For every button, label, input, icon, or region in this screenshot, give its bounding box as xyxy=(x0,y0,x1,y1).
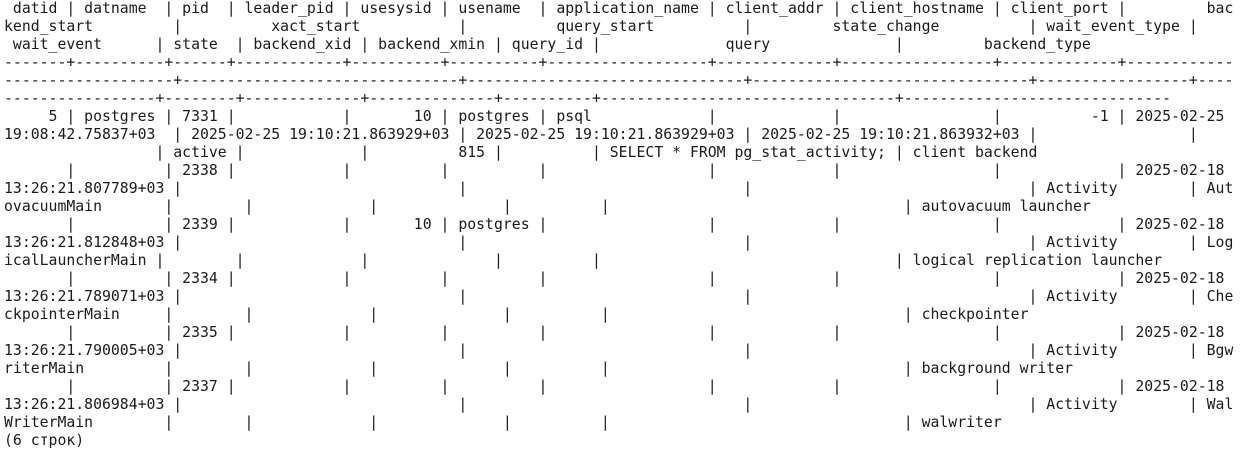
header-line-1: datid | datname | pid | leader_pid | use… xyxy=(4,0,1234,17)
row-2-line-2: 13:26:21.807789+03 | | | | Activity | Au… xyxy=(4,180,1234,197)
row-4-line-1: | | 2334 | | | | | | | | 2025-02-18 xyxy=(4,270,1225,287)
header-line-3: wait_event | state | backend_xid | backe… xyxy=(4,36,1091,53)
row-5-line-1: | | 2335 | | | | | | | | 2025-02-18 xyxy=(4,324,1225,341)
row-6-line-2: 13:26:21.806984+03 | | | | Activity | Wa… xyxy=(4,396,1234,413)
row-1-line-1: 5 | postgres | 7331 | | 10 | postgres | … xyxy=(4,108,1225,125)
row-2-line-1: | | 2338 | | | | | | | | 2025-02-18 xyxy=(4,162,1225,179)
terminal-output[interactable]: datid | datname | pid | leader_pid | use… xyxy=(0,0,1245,449)
separator-line-2: -------------------+--------------------… xyxy=(4,72,1234,89)
separator-line-3: -----------------+--------+-------------… xyxy=(4,90,1172,107)
row-6-line-3: WriterMain | | | | | | walwriter xyxy=(4,414,1002,431)
row-3-line-2: 13:26:21.812848+03 | | | | Activity | Lo… xyxy=(4,234,1234,251)
row-1-line-3: | active | | 815 | | SELECT * FROM pg_st… xyxy=(4,144,1038,161)
row-3-line-1: | | 2339 | | 10 | postgres | | | | | 202… xyxy=(4,216,1225,233)
row-4-line-3: ckpointerMain | | | | | | checkpointer xyxy=(4,306,1029,323)
row-6-line-1: | | 2337 | | | | | | | | 2025-02-18 xyxy=(4,378,1225,395)
header-line-2: kend_start | xact_start | query_start | … xyxy=(4,18,1198,35)
row-2-line-3: ovacuumMain | | | | | | autovacuum launc… xyxy=(4,198,1091,215)
row-4-line-2: 13:26:21.789071+03 | | | | Activity | Ch… xyxy=(4,288,1234,305)
row-5-line-3: riterMain | | | | | | background writer xyxy=(4,360,1074,377)
row-count-footer: (6 строк) xyxy=(4,432,85,449)
row-3-line-3: icalLauncherMain | | | | | | logical rep… xyxy=(4,252,1163,269)
row-1-line-2: 19:08:42.75837+03 | 2025-02-25 19:10:21.… xyxy=(4,126,1198,143)
separator-line-1: -------+----------+------+------------+-… xyxy=(4,54,1234,71)
row-5-line-2: 13:26:21.790005+03 | | | | Activity | Bg… xyxy=(4,342,1234,359)
